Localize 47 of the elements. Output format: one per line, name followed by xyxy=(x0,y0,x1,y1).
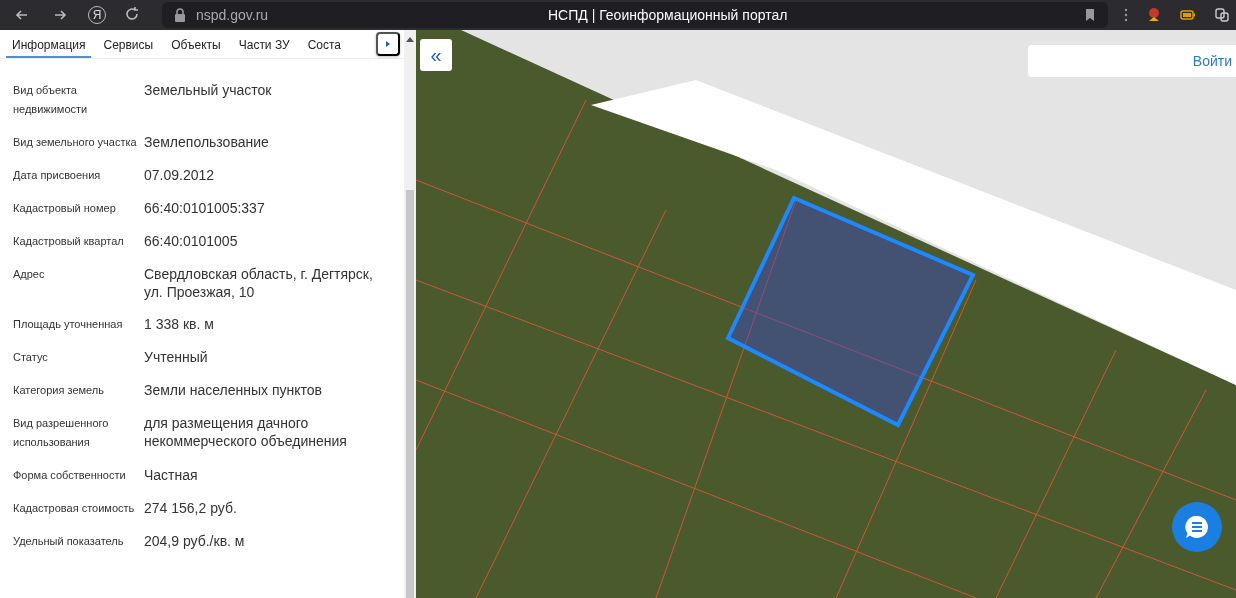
page-title: НСПД | Геоинформационный портал xyxy=(547,7,789,23)
property-label: Форма собственности xyxy=(13,468,127,483)
extension-icon[interactable] xyxy=(1146,7,1162,23)
property-value: Земли населенных пунктов xyxy=(144,381,324,400)
property-value: 204,9 руб./кв. м xyxy=(144,532,246,551)
property-label: Кадастровый номер xyxy=(13,201,117,216)
property-label: Кадастровый квартал xyxy=(13,234,125,249)
scroll-up-icon[interactable] xyxy=(406,36,414,42)
property-label: Дата присвоения xyxy=(13,168,102,183)
login-button[interactable]: Войти xyxy=(1028,45,1236,77)
property-label: Вид разрешенного использования xyxy=(13,416,110,450)
selected-parcel-outline[interactable] xyxy=(725,195,976,428)
property-value: 66:40:0101005:337 xyxy=(144,199,266,218)
property-value: 66:40:0101005 xyxy=(144,232,239,251)
tab[interactable]: Части ЗУ xyxy=(232,30,296,58)
property-value: 1 338 кв. м xyxy=(144,315,215,334)
property-value: Частная xyxy=(144,466,199,485)
property-label: Вид объекта недвижимости xyxy=(13,83,89,117)
url-text: nspd.gov.ru xyxy=(196,7,270,23)
address-bar[interactable]: nspd.gov.ru НСПД | Геоинформационный портал xyxy=(162,2,1108,28)
property-label: Кадастровая стоимость xyxy=(13,501,136,516)
property-value: Учтенный xyxy=(144,348,209,367)
property-value: для размещения дачного некоммерческого объединения xyxy=(144,414,348,451)
tabs-scroll-button[interactable] xyxy=(376,32,400,56)
more-icon[interactable] xyxy=(1124,8,1128,22)
scrollbar[interactable] xyxy=(404,30,416,598)
collapse-panel-button[interactable]: « xyxy=(420,39,452,71)
property-value: 274 156,2 руб. xyxy=(144,499,238,518)
caret-right-icon xyxy=(384,40,392,48)
battery-icon[interactable] xyxy=(1180,7,1196,23)
tab[interactable]: Соста xyxy=(301,30,348,58)
property-label: Категория земель xyxy=(13,383,105,398)
property-label: Адрес xyxy=(13,267,46,282)
tab[interactable]: Информация xyxy=(6,30,92,58)
property-label: Статус xyxy=(13,350,49,365)
property-label: Площадь уточненная xyxy=(13,317,124,332)
scrollbar-thumb[interactable] xyxy=(406,190,414,598)
property-value: 07.09.2012 xyxy=(144,166,216,185)
chat-icon xyxy=(1183,513,1211,541)
property-value: Земельный участок xyxy=(144,81,273,100)
property-value: Землепользование xyxy=(144,133,270,152)
property-label: Удельный показатель xyxy=(13,534,125,549)
lock-icon xyxy=(172,7,188,23)
tab[interactable]: Сервисы xyxy=(97,30,160,58)
tab[interactable]: Объекты xyxy=(165,30,227,58)
property-label: Вид земельного участка xyxy=(13,135,138,150)
property-value: Свердловская область, г. Дегтярск, ул. Проезжая, 10 xyxy=(144,265,374,301)
